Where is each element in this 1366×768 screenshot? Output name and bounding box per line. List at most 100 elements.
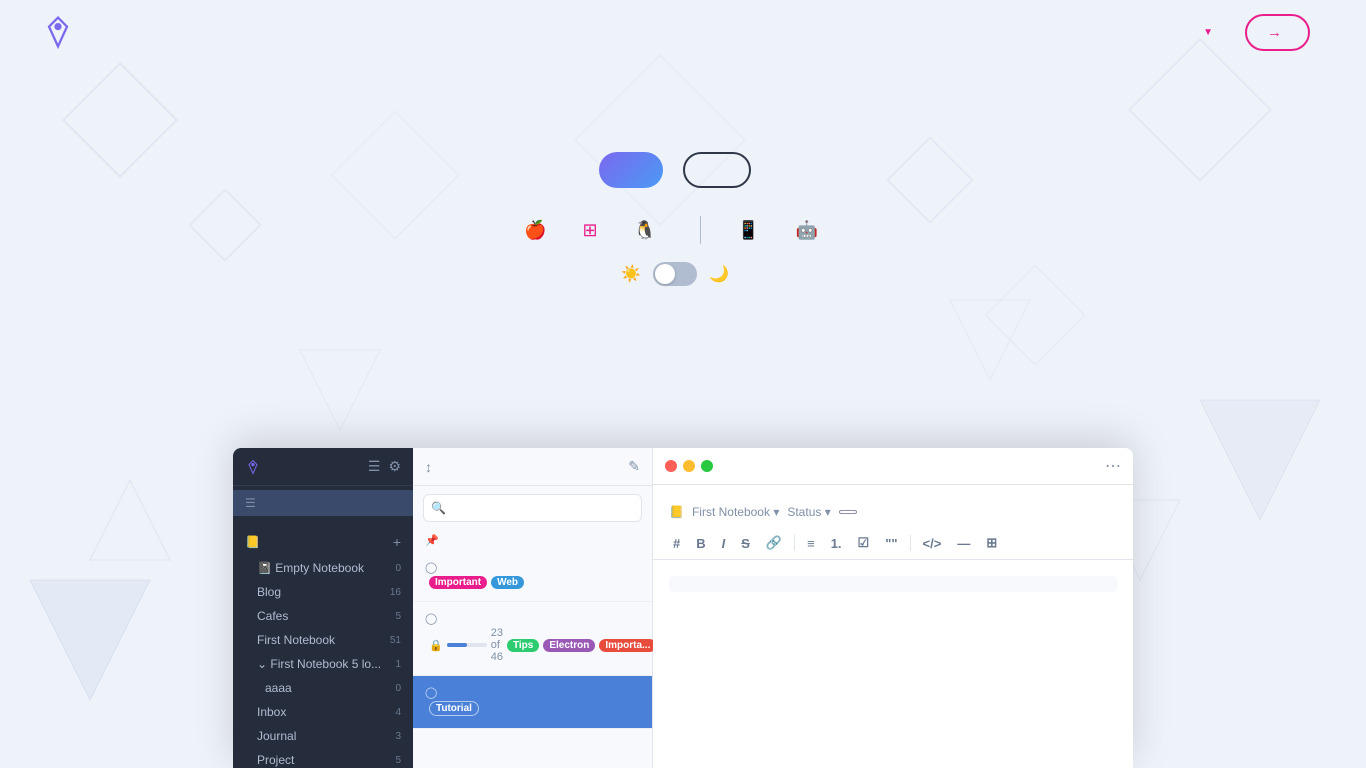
editor-titlebar: ⋯ [653,448,1133,485]
note-item-simple[interactable]: ◯ 🔒 23 of 46 Tips Electron Importa... [413,602,652,676]
search-icon: 🔍 [431,501,446,515]
window-more-icon[interactable]: ⋯ [1105,456,1121,476]
note-status-icon-3: ◯ [425,686,437,699]
window-close[interactable] [665,460,677,472]
tag-web: Web [491,576,524,589]
notebook-journal[interactable]: Journal 3 [233,724,413,748]
editor-notebook[interactable]: First Notebook ▾ [692,505,779,519]
tag-tips: Tips [507,639,539,652]
window-minimize[interactable] [683,460,695,472]
notebook-aaaa[interactable]: aaaa 0 [233,676,413,700]
sidebar-item-all-notes[interactable]: ☰ [233,490,413,516]
add-notebook-icon[interactable]: + [393,534,401,550]
sort-icon[interactable]: ↕ [425,459,432,475]
notebook-cafes-count: 5 [395,611,401,622]
platform-windows[interactable]: ⊞ [583,220,606,241]
note-meta-four-dash: Important Web [425,576,640,589]
sidebar-logo-icon [245,459,261,475]
window-controls [665,460,713,472]
notebook-empty[interactable]: 📓 Empty Notebook 0 [233,556,413,580]
platform-row: 🍎 ⊞ 🐧 📱 🤖 [524,216,826,244]
sidebar-menu-icon[interactable]: ☰ [368,458,381,475]
pinned-section: 📌 [413,530,652,551]
toolbar-table-btn[interactable]: ⊞ [982,533,1001,553]
toolbar-code-btn[interactable]: </> [919,534,946,553]
notebook-first5[interactable]: ⌄ First Notebook 5 lo... 1 [233,652,413,676]
window-maximize[interactable] [701,460,713,472]
note-item-four-dash[interactable]: ◯ Important Web [413,551,652,602]
notebook-cafes-label: Cafes [257,609,288,623]
sidebar-header-icons: ☰ ⚙ [368,458,401,475]
notebook-blog[interactable]: Blog 16 [233,580,413,604]
editor-tag-tutorial[interactable] [839,510,857,514]
toolbar-bold-btn[interactable]: B [692,534,709,553]
sidebar-settings-icon[interactable]: ⚙ [388,458,401,475]
hero-section: 🍎 ⊞ 🐧 📱 🤖 ☀️ 🌙 [0,64,1350,286]
notebook-inbox[interactable]: Inbox 4 [233,700,413,724]
ios-icon: 📱 [737,220,759,241]
lock-icon: 🔒 [429,639,443,652]
platform-macos[interactable]: 🍎 [524,220,554,241]
moon-icon: 🌙 [709,264,729,284]
sun-icon: ☀️ [621,264,641,284]
note-item-markdown[interactable]: ◯ Tutorial [413,676,652,729]
compose-icon[interactable]: ✎ [628,458,640,475]
sidebar-header: ☰ ⚙ [233,448,413,486]
nav-more[interactable]: ▼ [1183,19,1229,46]
toolbar-quote-btn[interactable]: "" [881,534,901,553]
toolbar-sep-2 [910,535,911,551]
notebook-cafes[interactable]: Cafes 5 [233,604,413,628]
notebooks-header[interactable]: 📒 + [233,528,413,556]
platform-ios[interactable]: 📱 [737,220,767,241]
note-list-header: ↕ ✎ [413,448,652,486]
nav-plugins[interactable] [1103,24,1135,40]
editor-header: 📒 First Notebook ▾ Status ▾ [653,485,1133,527]
toolbar-ol-btn[interactable]: 1. [827,534,846,553]
sidebar-logo [245,459,267,475]
nav-pricing[interactable] [1063,24,1095,40]
toolbar-hr-btn[interactable]: — [953,534,974,553]
notebook-empty-count: 0 [395,563,401,574]
notebook-journal-count: 3 [395,731,401,742]
toolbar-h-btn[interactable]: # [669,534,684,553]
toolbar-italic-btn[interactable]: I [718,534,730,553]
notebook-journal-label: Journal [257,729,296,743]
toolbar-ul-btn[interactable]: ≡ [803,534,819,553]
hero-buttons [599,152,751,188]
trial-button[interactable] [599,152,663,188]
apple-icon: 🍎 [524,220,546,241]
platform-linux[interactable]: 🐧 [634,220,664,241]
editor-content [653,560,1133,608]
note-status-icon-2: ◯ [425,612,437,625]
editor-meta: 📒 First Notebook ▾ Status ▾ [669,505,1117,519]
theme-toggle-row: ☀️ 🌙 [621,262,729,286]
theme-toggle[interactable] [653,262,697,286]
windows-icon: ⊞ [583,220,598,241]
notebook-first[interactable]: First Notebook 51 [233,628,413,652]
search-input[interactable] [423,494,642,522]
notebook-first-label: First Notebook [257,633,335,647]
login-icon: → [1267,24,1282,41]
progress-text: 23 of 46 [491,627,503,663]
nav-docs[interactable] [1143,24,1175,40]
demo-button[interactable] [683,152,751,188]
notebook-blog-label: Blog [257,585,281,599]
notebook-project[interactable]: Project 5 [233,748,413,768]
search-wrap: 🔍 [423,494,642,522]
login-button[interactable]: → [1245,14,1310,51]
notebooks-icon: 📒 [245,535,260,549]
notebook-first5-count: 1 [395,659,401,670]
pin-icon: 📌 [425,534,439,547]
notebook-aaaa-count: 0 [395,683,401,694]
app-screenshot: ☰ ⚙ ☰ 📒 + 📓 Empty Notebook 0 [233,448,1133,768]
tag-electron: Electron [543,639,595,652]
toolbar-check-btn[interactable]: ☑ [854,533,874,553]
status-badge[interactable]: Status ▾ [787,505,830,519]
toolbar-strike-btn[interactable]: S [737,534,754,553]
logo-link[interactable] [40,14,86,50]
logo-icon [40,14,76,50]
toolbar-link-btn[interactable]: 🔗 [762,533,786,553]
editor-toolbar: # B I S 🔗 ≡ 1. ☑ "" </> — ⊞ [653,527,1133,560]
platform-android[interactable]: 🤖 [795,220,825,241]
notebook-blog-count: 16 [390,587,401,598]
